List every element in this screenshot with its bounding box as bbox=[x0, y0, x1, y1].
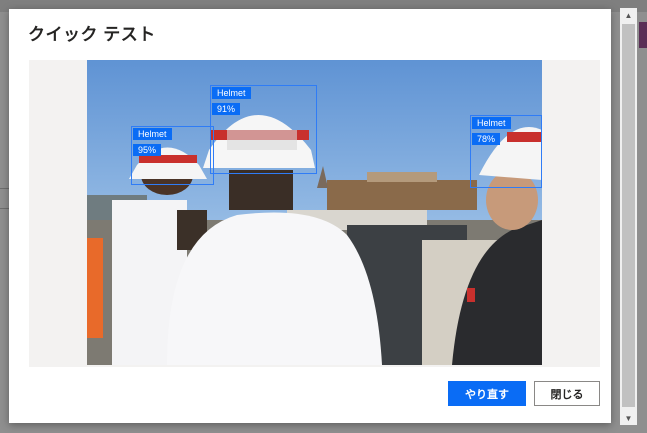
close-button[interactable]: 閉じる bbox=[534, 381, 600, 406]
quick-test-dialog: クイック テスト Helmet 95% Helmet 91% Helmet 78… bbox=[9, 9, 611, 423]
detection-label: Helmet bbox=[472, 117, 511, 129]
dialog-title: クイック テスト bbox=[28, 25, 156, 44]
detection-label: Helmet bbox=[133, 128, 172, 140]
detection-confidence: 91% bbox=[212, 103, 241, 115]
scroll-down-arrow-icon[interactable]: ▼ bbox=[620, 411, 637, 425]
detection-box: Helmet 95% bbox=[131, 126, 214, 185]
detection-label: Helmet bbox=[212, 87, 251, 99]
scroll-up-arrow-icon[interactable]: ▲ bbox=[620, 8, 637, 22]
detection-confidence: 78% bbox=[472, 133, 501, 145]
image-preview-area: Helmet 95% Helmet 91% Helmet 78% bbox=[29, 60, 600, 367]
detection-confidence: 95% bbox=[133, 144, 162, 156]
retry-button[interactable]: やり直す bbox=[448, 381, 526, 406]
detection-box: Helmet 91% bbox=[210, 85, 317, 174]
background-accent-tab bbox=[639, 22, 647, 48]
scrollbar-thumb[interactable] bbox=[622, 24, 635, 407]
detection-box: Helmet 78% bbox=[470, 115, 542, 188]
vertical-scrollbar[interactable]: ▲ ▼ bbox=[620, 8, 637, 425]
